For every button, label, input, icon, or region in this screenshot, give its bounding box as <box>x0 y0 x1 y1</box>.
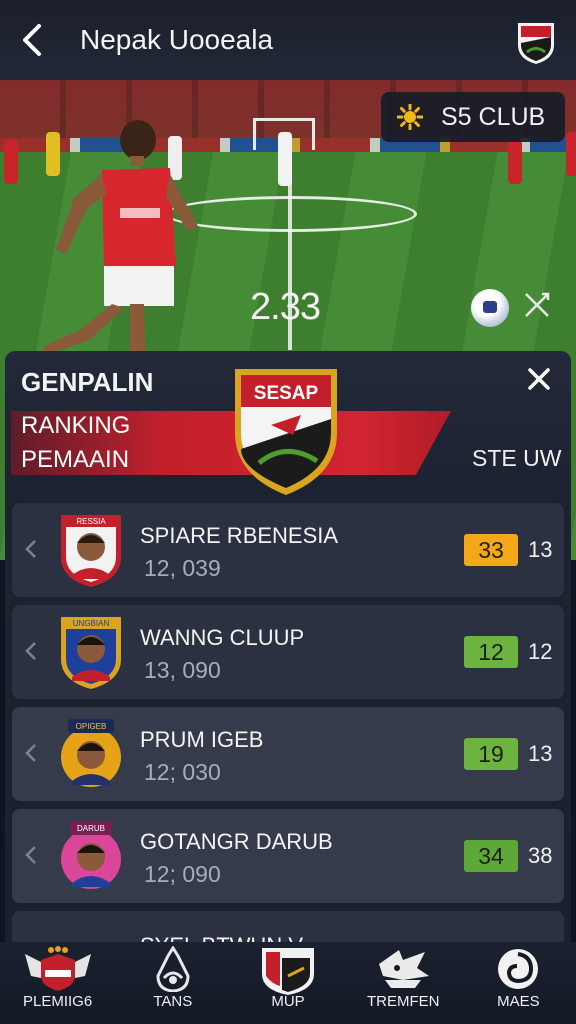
sun-icon <box>397 104 423 130</box>
badge-text: DARUB <box>77 824 105 833</box>
page-title: Nepak Uooeala <box>80 24 274 55</box>
ranking-subheading: PEMAAIN <box>21 446 130 473</box>
wings-crest-icon <box>24 946 91 991</box>
panel-title: GENPALIN <box>21 367 154 397</box>
swap-icon[interactable] <box>522 290 552 320</box>
score-badge: 12 <box>464 636 518 668</box>
score-badge: 19 <box>464 738 518 770</box>
featured-player <box>42 120 198 356</box>
panel-side-label: STE UW <box>472 445 562 471</box>
nav-item-mup[interactable]: MUP <box>230 942 345 1024</box>
club-crest-icon[interactable] <box>515 19 557 65</box>
badge-text: OPIGEB <box>76 722 107 731</box>
chevron-left-icon <box>25 642 36 660</box>
club-pill-label: S5 CLUB <box>441 102 546 131</box>
shield-icon <box>262 948 314 995</box>
emblem-icon <box>156 946 190 992</box>
background-player <box>278 132 292 186</box>
row-count: 12 <box>528 639 553 664</box>
top-bar: Nepak Uooeala <box>0 0 576 80</box>
player-points: 12; 090 <box>144 861 221 887</box>
nav-label: MAES <box>497 993 540 1010</box>
football <box>471 289 509 327</box>
background-player <box>4 140 18 184</box>
player-badge: RESSIA <box>61 515 121 587</box>
ranking-row[interactable]: OPIGEB PRUM IGEB 12; 030 19 13 <box>12 707 564 801</box>
bottom-navigation: PLEMIIG6 TANS MUP TREMFEN MAES <box>0 942 576 1024</box>
player-name: GOTANGR DARUB <box>140 829 333 854</box>
background-player <box>508 140 522 184</box>
close-icon[interactable] <box>523 363 555 395</box>
ship-icon <box>379 950 430 988</box>
player-points: 12, 039 <box>144 555 221 581</box>
player-badge: DARUB <box>61 821 121 889</box>
nav-item-tans[interactable]: TANS <box>115 942 230 1024</box>
row-count: 13 <box>528 537 553 562</box>
ranking-panel: GENPALIN RANKING PEMAAIN SESAP STE UW RE… <box>5 351 571 971</box>
ranking-row[interactable]: RESSIA SPIARE RBENESIA 12, 039 33 13 <box>12 503 564 597</box>
nav-label: TANS <box>153 993 193 1010</box>
chevron-left-icon <box>25 540 36 558</box>
nav-item-tremfen[interactable]: TREMFEN <box>346 942 461 1024</box>
player-badge: OPIGEB <box>61 719 121 787</box>
score-overlay: 2.33 <box>250 286 321 328</box>
ranking-row[interactable]: UNGBIAN WANNG CLUUP 13, 090 12 12 <box>12 605 564 699</box>
club-badge-pill[interactable]: S5 CLUB <box>381 92 565 142</box>
row-count: 38 <box>528 843 553 868</box>
score-badge: 33 <box>464 534 518 566</box>
chevron-left-icon <box>25 846 36 864</box>
player-name: WANNG CLUUP <box>140 625 305 650</box>
nav-label: MUP <box>271 993 305 1010</box>
back-arrow-icon[interactable] <box>12 20 52 60</box>
ranking-row[interactable]: DARUB GOTANGR DARUB 12; 090 34 38 <box>12 809 564 903</box>
ranking-heading: RANKING <box>21 412 131 439</box>
nav-label: PLEMIIG6 <box>23 993 93 1010</box>
nav-item-maes[interactable]: MAES <box>461 942 576 1024</box>
crest-text: SESAP <box>254 383 319 404</box>
player-badge: UNGBIAN <box>61 617 121 689</box>
row-count: 13 <box>528 741 553 766</box>
player-points: 13, 090 <box>144 657 221 683</box>
badge-text: RESSIA <box>76 517 106 526</box>
badge-text: UNGBIAN <box>73 619 110 628</box>
player-points: 12; 030 <box>144 759 221 785</box>
player-name: SPIARE RBENESIA <box>140 523 339 548</box>
nav-label: TREMFEN <box>366 993 440 1010</box>
spiral-icon <box>498 949 539 989</box>
background-player <box>566 132 576 176</box>
large-club-crest-icon: SESAP <box>235 369 337 495</box>
score-badge: 34 <box>464 840 518 872</box>
nav-item-pleming[interactable]: PLEMIIG6 <box>0 942 115 1024</box>
player-name: PRUM IGEB <box>140 727 264 752</box>
chevron-left-icon <box>25 744 36 762</box>
